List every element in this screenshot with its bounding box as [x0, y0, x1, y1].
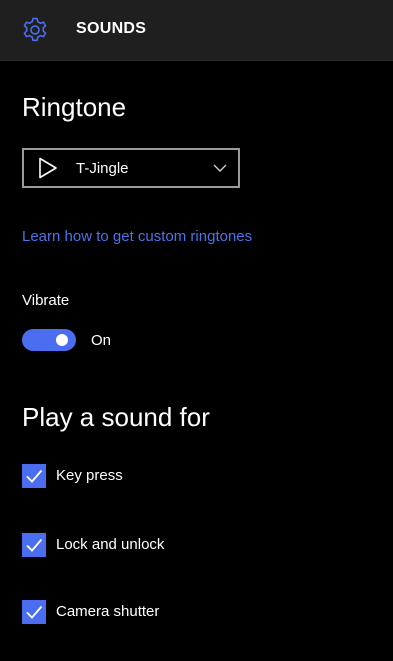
- checkbox[interactable]: [22, 464, 46, 488]
- custom-ringtones-link[interactable]: Learn how to get custom ringtones: [22, 228, 252, 245]
- app-header: SOUNDS: [0, 0, 393, 61]
- checkbox-key-press[interactable]: Key press: [22, 464, 382, 488]
- checkbox-camera-shutter[interactable]: Camera shutter: [22, 600, 382, 624]
- play-sound-heading: Play a sound for: [22, 402, 210, 432]
- checkbox[interactable]: [22, 533, 46, 557]
- checkbox-lock-and-unlock[interactable]: Lock and unlock: [22, 533, 382, 557]
- toggle-knob: [56, 334, 68, 346]
- ringtone-heading: Ringtone: [22, 92, 127, 122]
- vibrate-state: On: [91, 332, 112, 349]
- play-icon[interactable]: [38, 157, 58, 179]
- checkmark-icon: [26, 605, 43, 619]
- ringtone-dropdown[interactable]: T-Jingle: [22, 148, 240, 188]
- checkbox[interactable]: [22, 600, 46, 624]
- vibrate-label: Vibrate: [22, 292, 70, 309]
- checkbox-label: Lock and unlock: [56, 536, 165, 553]
- checkbox-label: Key press: [56, 467, 123, 484]
- ringtone-selected-value: T-Jingle: [76, 160, 129, 177]
- checkmark-icon: [26, 469, 43, 483]
- page-title: SOUNDS: [76, 20, 147, 37]
- vibrate-toggle[interactable]: [22, 329, 76, 351]
- gear-icon[interactable]: [21, 16, 49, 44]
- chevron-down-icon: [213, 164, 227, 172]
- checkbox-label: Camera shutter: [56, 603, 160, 620]
- checkmark-icon: [26, 538, 43, 552]
